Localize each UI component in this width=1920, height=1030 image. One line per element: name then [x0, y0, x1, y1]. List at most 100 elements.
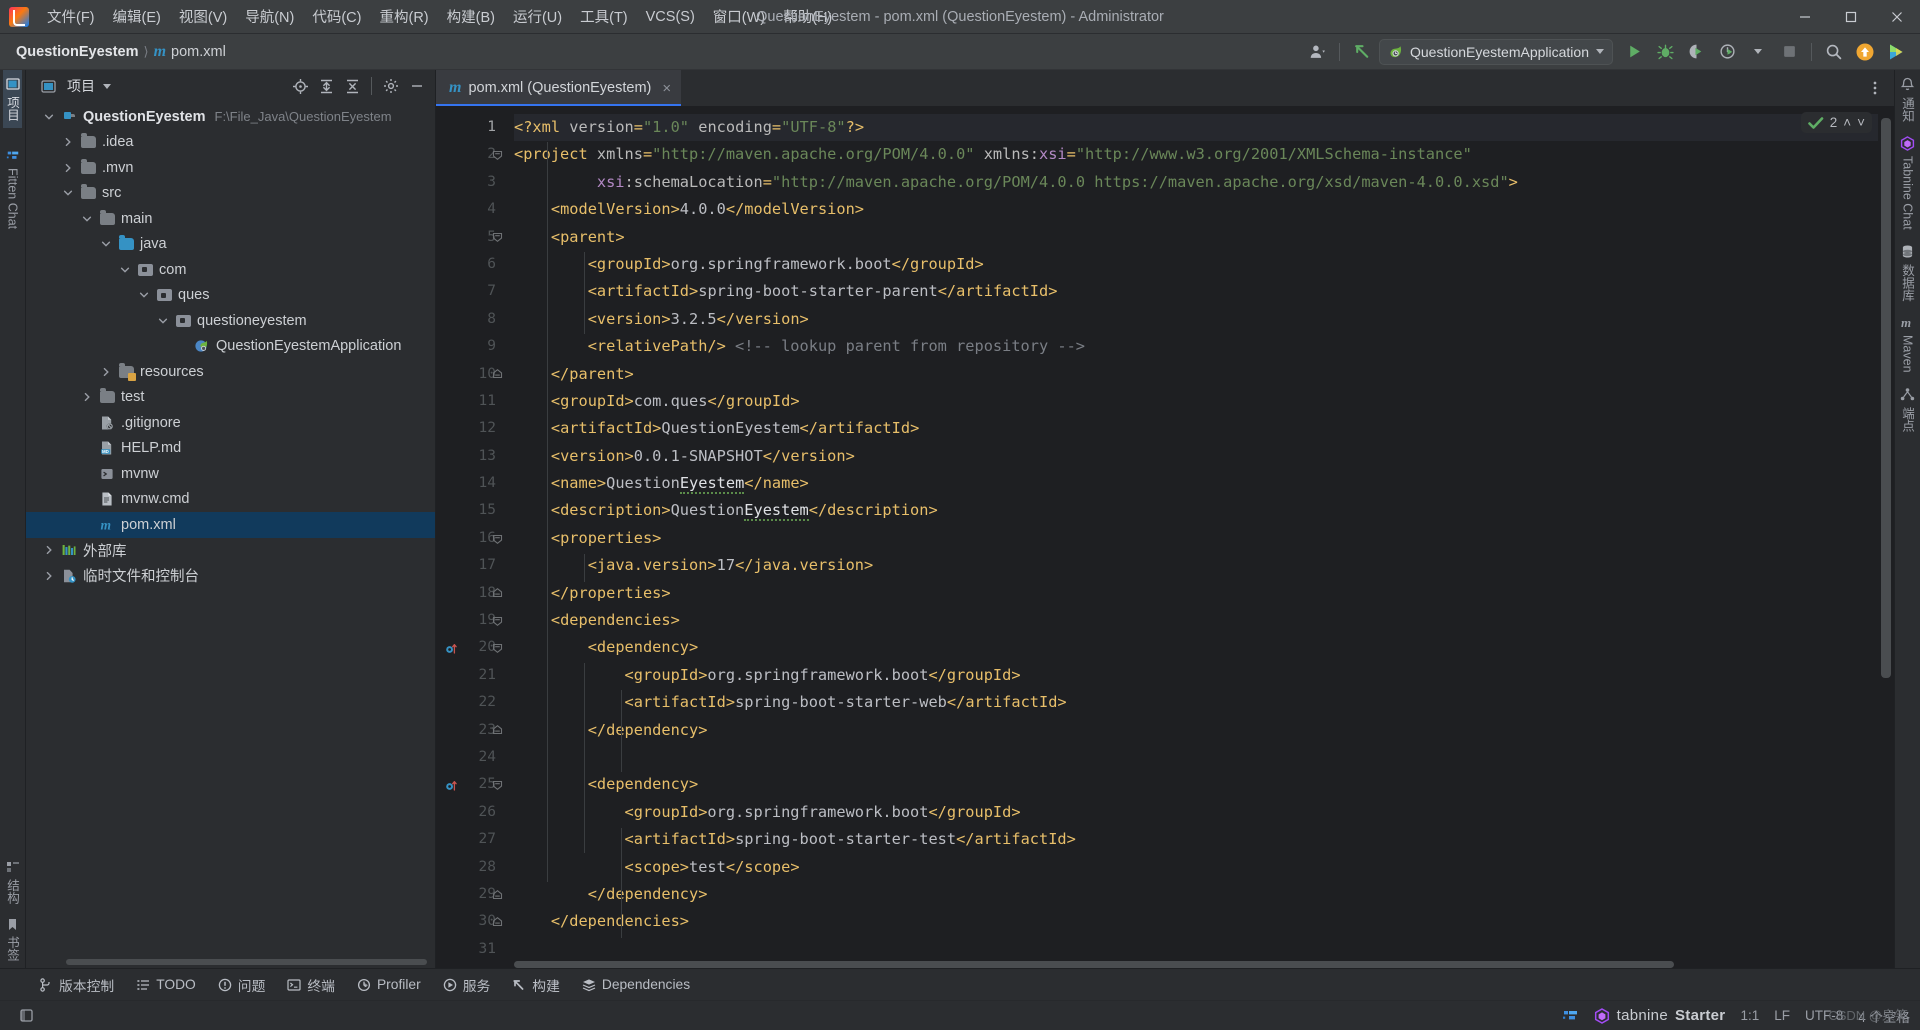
chevron-right-icon[interactable]: [63, 137, 79, 147]
collapse-all-icon[interactable]: [340, 74, 364, 98]
locate-file-icon[interactable]: [288, 74, 312, 98]
stripe-bookmarks[interactable]: 书签: [3, 911, 22, 968]
update-available-icon[interactable]: [1851, 39, 1879, 65]
bottom-tab-services[interactable]: 服务: [434, 972, 500, 998]
menu-help[interactable]: 帮助(H): [774, 2, 841, 31]
profiler-icon[interactable]: [1713, 39, 1741, 65]
gutter-line[interactable]: 14: [436, 470, 504, 497]
code-line[interactable]: <artifactId>spring-boot-starter-test</ar…: [514, 826, 1878, 853]
stripe-maven[interactable]: m Maven: [1900, 308, 1915, 380]
bottom-tab-version-control[interactable]: 版本控制: [30, 972, 123, 998]
tree-node-src[interactable]: src: [26, 181, 435, 207]
fold-expanded-icon[interactable]: [492, 615, 503, 626]
chevron-right-icon[interactable]: [101, 367, 117, 377]
fold-expanded-icon[interactable]: [492, 533, 503, 544]
chevron-right-icon[interactable]: [44, 571, 60, 581]
gutter-line[interactable]: 24: [436, 744, 504, 771]
stripe-tabnine-chat[interactable]: Tabnine Chat: [1900, 129, 1915, 237]
fold-collapsed-icon[interactable]: [492, 588, 503, 599]
fold-collapsed-icon[interactable]: [492, 889, 503, 900]
stripe-structure[interactable]: 结构: [3, 853, 22, 911]
chevron-right-icon[interactable]: [82, 392, 98, 402]
code-line[interactable]: <relativePath/> <!-- lookup parent from …: [514, 333, 1878, 360]
code-line[interactable]: <artifactId>spring-boot-starter-web</art…: [514, 689, 1878, 716]
gutter-line[interactable]: 13: [436, 443, 504, 470]
code-line[interactable]: </dependency>: [514, 881, 1878, 908]
minimize-button[interactable]: [1782, 0, 1828, 33]
tree-node-help-md[interactable]: MD HELP.md: [26, 436, 435, 462]
run-configuration-selector[interactable]: QuestionEyestemApplication: [1379, 38, 1613, 65]
vcs-update-icon[interactable]: [1348, 39, 1376, 65]
tabnine-status[interactable]: tabnine Starter: [1594, 1007, 1726, 1024]
tree-node-ques[interactable]: ques: [26, 283, 435, 309]
stop-icon[interactable]: [1775, 39, 1803, 65]
editor-tab-pom-xml[interactable]: m pom.xml (QuestionEyestem) ×: [436, 70, 682, 106]
gutter-line[interactable]: 31: [436, 936, 504, 963]
chevron-down-icon[interactable]: [139, 290, 155, 300]
tree-node-test[interactable]: test: [26, 385, 435, 411]
fold-collapsed-icon[interactable]: [492, 369, 503, 380]
chevron-down-icon[interactable]: [158, 316, 174, 326]
menu-view[interactable]: 视图(V): [170, 2, 236, 31]
gutter-line[interactable]: 20: [436, 634, 504, 661]
editor-vertical-scrollbar[interactable]: [1881, 118, 1891, 678]
code-line[interactable]: <?xml version="1.0" encoding="UTF-8"?>: [514, 114, 1878, 142]
gutter-line[interactable]: 25: [436, 771, 504, 798]
editor-horizontal-scrollbar[interactable]: [514, 961, 1674, 968]
code-line[interactable]: <description>QuestionEyestem</descriptio…: [514, 497, 1878, 524]
tree-node-questioneyestem[interactable]: QuestionEyestem F:\File_Java\QuestionEyes…: [26, 104, 435, 130]
code-line[interactable]: <modelVersion>4.0.0</modelVersion>: [514, 196, 1878, 223]
menu-edit[interactable]: 编辑(E): [104, 2, 170, 31]
fold-expanded-icon[interactable]: [492, 643, 503, 654]
code-line[interactable]: [514, 744, 1878, 771]
chevron-down-icon[interactable]: [44, 112, 60, 122]
gutter-line[interactable]: 22: [436, 689, 504, 716]
code-line[interactable]: <java.version>17</java.version>: [514, 552, 1878, 579]
code-line[interactable]: <properties>: [514, 525, 1878, 552]
caret-position[interactable]: 1:1: [1740, 1008, 1759, 1023]
tree-node-external-libraries[interactable]: 外部库: [26, 538, 435, 564]
editor-gutter[interactable]: 1 2 3 4 5 6 7 8 9 10 11 12 13 14 15 16 17 18 19 20 21 22 23 24 2…: [436, 106, 504, 968]
code-line[interactable]: <scope>test</scope>: [514, 854, 1878, 881]
gutter-line[interactable]: 4: [436, 196, 504, 223]
code-line[interactable]: <dependency>: [514, 634, 1878, 661]
gutter-line[interactable]: 21: [436, 662, 504, 689]
gutter-line[interactable]: 3: [436, 169, 504, 196]
code-line[interactable]: xsi:schemaLocation="http://maven.apache.…: [514, 169, 1878, 196]
menu-navigate[interactable]: 导航(N): [236, 2, 303, 31]
gutter-line[interactable]: 9: [436, 333, 504, 360]
breadcrumb-file[interactable]: pom.xml: [171, 44, 226, 60]
account-icon[interactable]: [1303, 39, 1331, 65]
menu-window[interactable]: 窗口(W): [704, 2, 774, 31]
tree-node-main[interactable]: main: [26, 206, 435, 232]
run-with-coverage-icon[interactable]: [1682, 39, 1710, 65]
gutter-line[interactable]: 7: [436, 278, 504, 305]
chevron-down-icon[interactable]: ˅: [1857, 115, 1865, 130]
chevron-down-icon[interactable]: [101, 239, 117, 249]
menu-build[interactable]: 构建(B): [438, 2, 504, 31]
profiler-dropdown-icon[interactable]: [1744, 39, 1772, 65]
tree-node-mvnw[interactable]: mvnw: [26, 461, 435, 487]
code-line[interactable]: <version>3.2.5</version>: [514, 306, 1878, 333]
gutter-line[interactable]: 18: [436, 580, 504, 607]
gutter-line[interactable]: 29: [436, 881, 504, 908]
maximize-button[interactable]: [1828, 0, 1874, 33]
bottom-tab-problems[interactable]: 问题: [209, 972, 275, 998]
gutter-line[interactable]: 2: [436, 141, 504, 168]
project-view-chevron-down-icon[interactable]: [95, 74, 119, 98]
chevron-down-icon[interactable]: [82, 214, 98, 224]
gutter-line[interactable]: 1: [436, 114, 504, 141]
gutter-line[interactable]: 11: [436, 388, 504, 415]
menu-file[interactable]: 文件(F): [38, 2, 104, 31]
chevron-down-icon[interactable]: [63, 188, 79, 198]
code-line[interactable]: <artifactId>spring-boot-starter-parent</…: [514, 278, 1878, 305]
code-line[interactable]: </parent>: [514, 361, 1878, 388]
tree-node-mvnw-cmd[interactable]: mvnw.cmd: [26, 487, 435, 513]
code-line[interactable]: </properties>: [514, 580, 1878, 607]
gutter-line[interactable]: 16: [436, 525, 504, 552]
project-tree[interactable]: QuestionEyestem F:\File_Java\QuestionEyes…: [26, 102, 435, 968]
bottom-tab-todo[interactable]: TODO: [127, 974, 205, 995]
line-separator[interactable]: LF: [1774, 1008, 1790, 1023]
inspection-widget[interactable]: 2 ˄ ˅: [1800, 112, 1872, 133]
close-button[interactable]: [1874, 0, 1920, 33]
